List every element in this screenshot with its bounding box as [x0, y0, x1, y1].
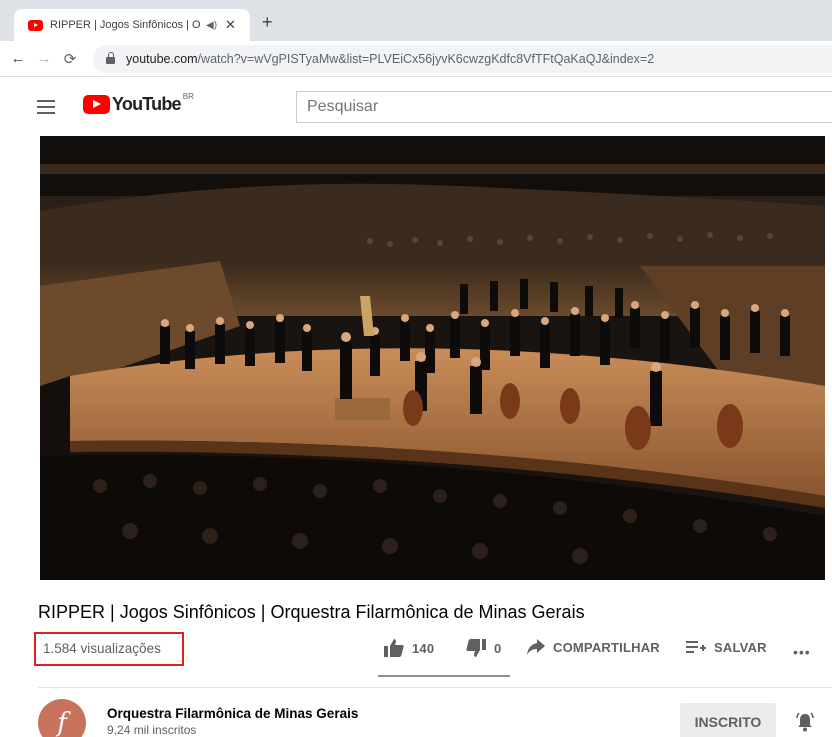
video-player[interactable]	[40, 136, 825, 580]
sentiment-bar	[378, 675, 510, 677]
dislike-button[interactable]: 0	[466, 639, 501, 657]
divider	[38, 687, 832, 688]
hamburger-menu-icon[interactable]	[37, 100, 55, 114]
subscriber-count: 9,24 mil inscritos	[107, 723, 197, 737]
forward-arrow-icon[interactable]: →	[31, 50, 57, 67]
channel-avatar[interactable]: f	[38, 699, 86, 737]
youtube-masthead: YouTube BR	[0, 78, 832, 136]
youtube-logo[interactable]: YouTube BR	[83, 92, 194, 115]
logo-text: YouTube	[112, 94, 182, 114]
back-arrow-icon[interactable]: ←	[5, 50, 31, 67]
save-button[interactable]: SALVAR	[686, 639, 767, 655]
youtube-play-logo-icon	[83, 95, 110, 114]
new-tab-button[interactable]: +	[262, 12, 273, 33]
url-text[interactable]: youtube.com/watch?v=wVgPISTyaMw&list=PLV…	[126, 52, 654, 66]
like-button[interactable]: 140	[384, 639, 434, 657]
share-button[interactable]: COMPARTILHAR	[527, 639, 660, 655]
browser-tab-strip: RIPPER | Jogos Sinfônicos | Orquestra Fi…	[0, 0, 832, 41]
search-input[interactable]	[307, 98, 832, 116]
video-title: RIPPER | Jogos Sinfônicos | Orquestra Fi…	[38, 602, 585, 622]
subscribed-button[interactable]: INSCRITO	[680, 703, 776, 737]
dislike-count: 0	[494, 640, 502, 656]
video-frame-orchestra	[40, 136, 825, 580]
reload-icon[interactable]: ⟳	[57, 50, 83, 68]
speaker-icon[interactable]: ◀)	[206, 20, 217, 31]
close-icon[interactable]: ✕	[225, 17, 236, 33]
notification-bell-icon[interactable]	[795, 712, 815, 732]
youtube-favicon-icon	[28, 19, 43, 31]
browser-tab[interactable]: RIPPER | Jogos Sinfônicos | Orquestra Fi…	[14, 9, 250, 41]
save-label: SALVAR	[714, 639, 767, 655]
video-actions: 140 0 COMPARTILHAR SALVAR	[0, 639, 832, 663]
address-bar[interactable]: youtube.com/watch?v=wVgPISTyaMw&list=PLV…	[93, 44, 832, 73]
more-options-icon[interactable]: •••	[793, 644, 811, 660]
browser-toolbar: ← → ⟳ youtube.com/watch?v=wVgPISTyaMw&li…	[0, 41, 832, 77]
channel-name[interactable]: Orquestra Filarmônica de Minas Gerais	[107, 706, 358, 721]
tab-title: RIPPER | Jogos Sinfônicos | Orquestra Fi…	[50, 19, 200, 31]
share-arrow-icon	[527, 639, 545, 655]
lock-icon[interactable]	[106, 52, 115, 64]
playlist-add-icon	[686, 641, 706, 653]
search-box[interactable]	[296, 91, 832, 123]
thumbs-down-icon	[466, 639, 486, 657]
like-count: 140	[412, 640, 435, 656]
share-label: COMPARTILHAR	[553, 639, 660, 655]
country-code: BR	[182, 92, 194, 101]
thumbs-up-icon	[384, 639, 404, 657]
